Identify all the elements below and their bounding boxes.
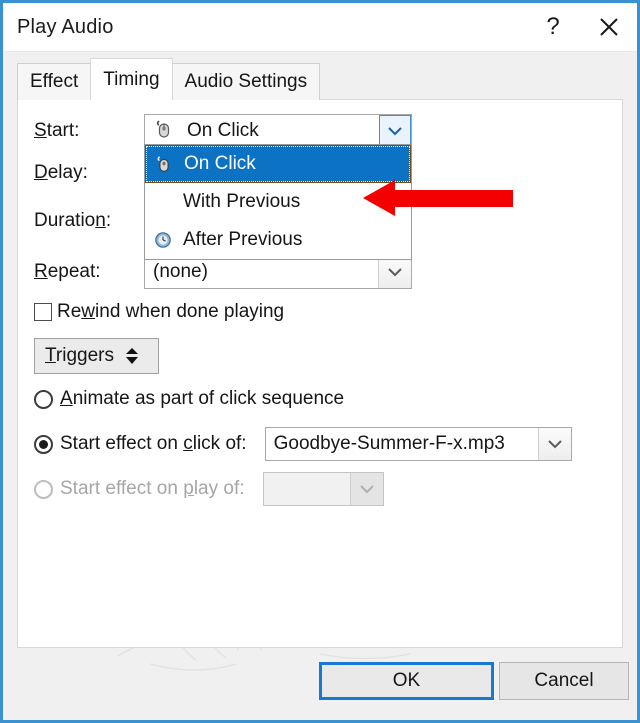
tab-audio-settings[interactable]: Audio Settings	[171, 63, 321, 100]
rewind-checkbox-row[interactable]: Rewind when done playing	[34, 301, 284, 323]
mouse-click-icon	[154, 154, 180, 174]
start-option-on-click[interactable]: On Click	[145, 145, 411, 183]
repeat-combobox[interactable]: (none)	[144, 255, 412, 289]
clock-icon	[153, 230, 179, 250]
start-effect-on-play-chevron-down-icon	[349, 473, 383, 505]
start-effect-on-click-row[interactable]: Start effect on click of: Goodbye-Summer…	[34, 427, 572, 461]
repeat-combobox-value: (none)	[153, 261, 208, 282]
start-combobox[interactable]: On Click	[144, 114, 412, 148]
help-icon[interactable]: ?	[525, 3, 581, 51]
start-option-label: On Click	[184, 153, 256, 174]
start-effect-on-click-value: Goodbye-Summer-F-x.mp3	[273, 433, 505, 454]
window-title: Play Audio	[17, 15, 114, 38]
duration-field-row: Duration:	[34, 210, 144, 232]
duration-label: Duration:	[34, 210, 112, 231]
start-dropdown-list[interactable]: On Click With Previous After Previous	[144, 144, 412, 260]
start-effect-on-click-combobox[interactable]: Goodbye-Summer-F-x.mp3	[264, 427, 572, 461]
animate-click-sequence-radio[interactable]	[34, 389, 53, 409]
triggers-button[interactable]: Triggers	[34, 338, 159, 374]
mouse-click-icon	[153, 118, 175, 145]
start-effect-on-click-radio[interactable]	[34, 434, 53, 454]
start-option-label: With Previous	[183, 191, 301, 212]
start-effect-on-click-chevron-down-icon[interactable]	[537, 428, 571, 460]
start-effect-on-play-combobox	[262, 472, 384, 506]
tab-strip: Effect Timing Audio Settings	[17, 58, 637, 100]
ok-button[interactable]: OK	[319, 662, 494, 700]
repeat-combobox-chevron-down-icon[interactable]	[378, 256, 411, 288]
start-combobox-chevron-down-icon[interactable]	[379, 115, 411, 147]
start-effect-on-play-row: Start effect on play of:	[34, 472, 384, 506]
repeat-label: Repeat:	[34, 261, 101, 282]
start-combobox-value: On Click	[187, 120, 259, 141]
start-effect-on-play-radio	[34, 479, 53, 499]
start-field-row: Start: On Click	[34, 114, 412, 148]
cancel-button[interactable]: Cancel	[499, 662, 629, 700]
delay-field-row: Delay:	[34, 162, 144, 184]
animate-click-sequence-row[interactable]: Animate as part of click sequence	[34, 388, 344, 410]
start-option-label: After Previous	[183, 229, 303, 250]
start-option-after-previous[interactable]: After Previous	[145, 221, 411, 259]
expander-arrows-icon	[124, 346, 140, 366]
tab-effect[interactable]: Effect	[17, 63, 92, 100]
dialog-footer: OK Cancel	[3, 648, 637, 720]
start-option-with-previous[interactable]: With Previous	[145, 183, 411, 221]
repeat-field-row: Repeat: (none)	[34, 255, 412, 289]
start-effect-on-click-label: Start effect on click of:	[60, 433, 247, 454]
title-bar: Play Audio ?	[3, 3, 637, 52]
animate-click-sequence-label: Animate as part of click sequence	[60, 388, 345, 409]
timing-tab-panel: Start: On Click Delay: Duration: Repeat:…	[17, 99, 623, 648]
rewind-checkbox-label: Rewind when done playing	[57, 301, 285, 322]
title-bar-buttons: ?	[525, 3, 637, 51]
rewind-checkbox[interactable]	[34, 303, 52, 321]
close-icon[interactable]	[581, 3, 637, 51]
start-label: Start:	[34, 120, 80, 141]
delay-label: Delay:	[34, 162, 88, 183]
tab-timing[interactable]: Timing	[90, 58, 173, 100]
start-effect-on-play-label: Start effect on play of:	[60, 478, 245, 499]
play-audio-dialog: Play Audio ? Effect Timing Audio Setting…	[0, 0, 640, 723]
triggers-button-label: Triggers	[45, 345, 114, 366]
